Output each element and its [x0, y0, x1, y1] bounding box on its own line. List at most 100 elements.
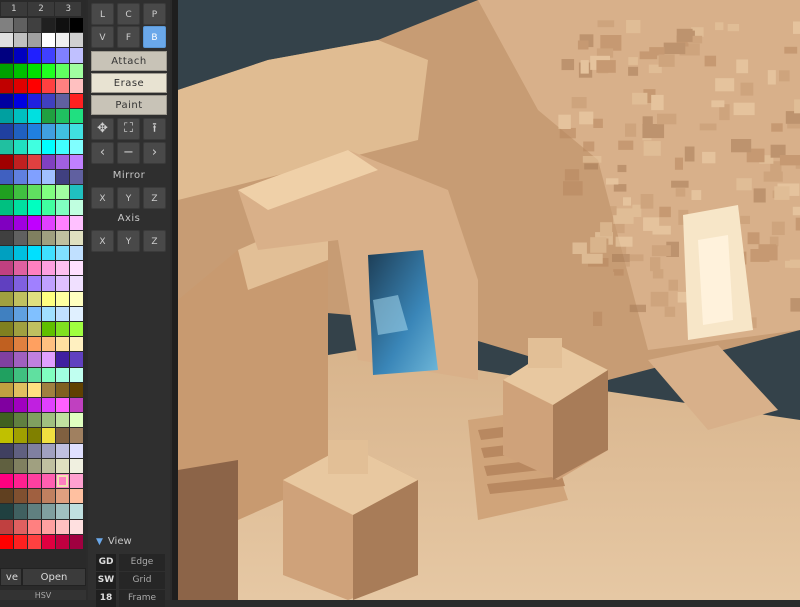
palette-swatch[interactable]	[0, 154, 13, 169]
palette-swatch[interactable]	[0, 382, 13, 397]
palette-swatch[interactable]	[28, 489, 41, 504]
palette-swatch[interactable]	[42, 504, 55, 519]
palette-swatch[interactable]	[0, 398, 13, 413]
palette-swatch[interactable]	[14, 291, 27, 306]
palette-swatch[interactable]	[28, 48, 41, 63]
mode-l-button[interactable]: L	[91, 3, 114, 25]
palette-swatch[interactable]	[42, 33, 55, 48]
palette-swatch[interactable]	[14, 367, 27, 382]
palette-swatch[interactable]	[42, 306, 55, 321]
palette-swatch[interactable]	[42, 367, 55, 382]
palette-swatch[interactable]	[14, 18, 27, 33]
palette-swatch[interactable]	[14, 63, 27, 78]
palette-swatch[interactable]	[70, 200, 83, 215]
palette-tab-3[interactable]: 3	[55, 2, 82, 16]
palette-swatch[interactable]	[70, 534, 83, 549]
palette-swatch[interactable]	[56, 337, 69, 352]
palette-swatch[interactable]	[14, 382, 27, 397]
palette-swatch[interactable]	[70, 306, 83, 321]
palette-swatch[interactable]	[14, 246, 27, 261]
palette-swatch[interactable]	[56, 78, 69, 93]
palette-swatch[interactable]	[14, 33, 27, 48]
chevron-right-icon[interactable]: ›	[143, 142, 166, 164]
palette-swatch[interactable]	[28, 215, 41, 230]
move-icon[interactable]: ✥	[91, 118, 114, 140]
palette-swatch[interactable]	[70, 215, 83, 230]
palette-swatch[interactable]	[56, 200, 69, 215]
palette-swatch[interactable]	[0, 78, 13, 93]
palette-swatch[interactable]	[14, 124, 27, 139]
palette-swatch[interactable]	[14, 48, 27, 63]
palette-swatch[interactable]	[56, 63, 69, 78]
palette-swatch[interactable]	[42, 443, 55, 458]
palette-swatch[interactable]	[56, 489, 69, 504]
palette-swatch[interactable]	[28, 443, 41, 458]
palette-swatch[interactable]	[42, 534, 55, 549]
shape-b-button[interactable]: B	[143, 26, 166, 48]
palette-swatch[interactable]	[0, 185, 13, 200]
palette-swatch[interactable]	[70, 246, 83, 261]
palette-swatch[interactable]	[28, 398, 41, 413]
palette-swatch[interactable]	[14, 230, 27, 245]
palette-swatch[interactable]	[70, 474, 83, 489]
palette-open-button[interactable]: Open	[22, 568, 86, 586]
palette-swatch[interactable]	[56, 443, 69, 458]
palette-swatch[interactable]	[0, 413, 13, 428]
palette-swatch[interactable]	[42, 170, 55, 185]
palette-swatch[interactable]	[0, 291, 13, 306]
palette-swatch[interactable]	[0, 200, 13, 215]
palette-swatch[interactable]	[56, 185, 69, 200]
palette-swatch[interactable]	[28, 185, 41, 200]
palette-swatch[interactable]	[70, 398, 83, 413]
palette-swatch[interactable]	[28, 230, 41, 245]
palette-swatch[interactable]	[14, 94, 27, 109]
palette-swatch[interactable]	[56, 94, 69, 109]
view-grid-toggle[interactable]: Grid	[119, 572, 165, 589]
palette-swatch[interactable]	[14, 78, 27, 93]
paint-button[interactable]: Paint	[91, 95, 167, 115]
attach-button[interactable]: Attach	[91, 51, 167, 71]
axis-y-button[interactable]: Y	[117, 230, 140, 252]
mirror-y-button[interactable]: Y	[117, 187, 140, 209]
palette-swatch[interactable]	[0, 504, 13, 519]
palette-swatch[interactable]	[42, 185, 55, 200]
palette-swatch[interactable]	[14, 413, 27, 428]
palette-swatch[interactable]	[14, 519, 27, 534]
palette-swatch[interactable]	[42, 246, 55, 261]
palette-swatch[interactable]	[14, 337, 27, 352]
palette-swatch[interactable]	[56, 367, 69, 382]
palette-swatch[interactable]	[28, 519, 41, 534]
palette-swatch[interactable]	[56, 413, 69, 428]
palette-swatch[interactable]	[0, 261, 13, 276]
palette-swatch[interactable]	[42, 200, 55, 215]
palette-swatch[interactable]	[56, 504, 69, 519]
palette-swatch[interactable]	[70, 428, 83, 443]
palette-swatch[interactable]	[56, 322, 69, 337]
palette-swatch[interactable]	[56, 261, 69, 276]
view-key-gd[interactable]: GD	[96, 554, 116, 571]
palette-swatch[interactable]	[0, 458, 13, 473]
palette-swatch[interactable]	[56, 276, 69, 291]
palette-swatch[interactable]	[28, 154, 41, 169]
view-header[interactable]: ▼ View	[96, 536, 132, 547]
view-edge-toggle[interactable]: Edge	[119, 554, 165, 571]
palette-swatch[interactable]	[0, 443, 13, 458]
palette-swatch[interactable]	[0, 230, 13, 245]
palette-swatch[interactable]	[56, 428, 69, 443]
palette-swatch[interactable]	[0, 48, 13, 63]
palette-swatch[interactable]	[70, 261, 83, 276]
palette-swatch[interactable]	[42, 48, 55, 63]
shape-v-button[interactable]: V	[91, 26, 114, 48]
extrude-icon[interactable]: ⭱	[143, 118, 166, 140]
palette-swatch[interactable]	[14, 215, 27, 230]
palette-swatch[interactable]	[28, 170, 41, 185]
palette-swatch[interactable]	[42, 261, 55, 276]
palette-swatch[interactable]	[14, 443, 27, 458]
palette-swatch[interactable]	[56, 534, 69, 549]
palette-swatch[interactable]	[14, 352, 27, 367]
palette-swatch[interactable]	[28, 94, 41, 109]
palette-swatch[interactable]	[42, 63, 55, 78]
palette-swatch[interactable]	[0, 306, 13, 321]
palette-tab-1[interactable]: 1	[0, 2, 27, 16]
palette-swatch[interactable]	[28, 261, 41, 276]
